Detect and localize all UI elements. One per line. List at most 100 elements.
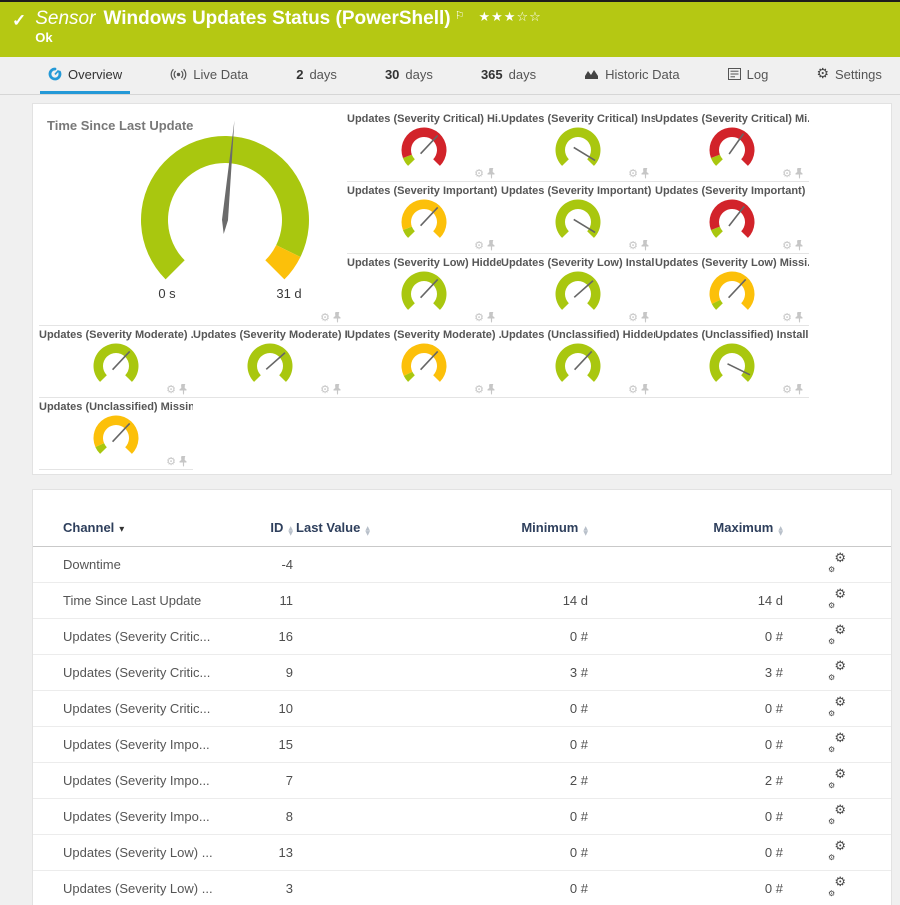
sort-both-icon[interactable]: ▲▼ (778, 526, 783, 536)
table-row[interactable]: Updates (Severity Low) ...30 #0 #⚙⚙ (33, 871, 891, 905)
gauge-moderate-missing (392, 340, 456, 390)
gauge-card-unclassified-installed: Updates (Unclassified) Install...⚙ (655, 326, 809, 398)
flag-icon[interactable]: ⚐ (455, 9, 465, 22)
edit-channel-button[interactable]: ⚙⚙ (827, 843, 847, 859)
tab-range-number: 365 (481, 67, 503, 82)
gear-icon[interactable]: ⚙ (320, 385, 330, 395)
gear-icon[interactable]: ⚙ (628, 313, 638, 323)
pin-icon[interactable] (795, 312, 804, 323)
edit-channel-button[interactable]: ⚙⚙ (827, 591, 847, 607)
gauge-title: Updates (Severity Moderate) I... (193, 329, 347, 341)
gear-icon: ⚙ (834, 731, 846, 746)
edit-channel-button[interactable]: ⚙⚙ (827, 735, 847, 751)
gear-icon[interactable]: ⚙ (166, 457, 176, 467)
gauge-critical-installed (546, 124, 610, 174)
gauge-low-missing (700, 268, 764, 318)
cell-maximum: 0 # (588, 727, 783, 763)
column-header-maximum[interactable]: Maximum▲▼ (588, 516, 783, 547)
tab-range-number: 2 (296, 67, 303, 82)
table-row[interactable]: Updates (Severity Impo...80 #0 #⚙⚙ (33, 799, 891, 835)
edit-channel-button[interactable]: ⚙⚙ (827, 555, 847, 571)
edit-channel-button[interactable]: ⚙⚙ (827, 663, 847, 679)
pin-icon[interactable] (487, 312, 496, 323)
pin-icon[interactable] (641, 384, 650, 395)
cell-minimum: 0 # (373, 835, 588, 871)
cell-minimum: 0 # (373, 691, 588, 727)
gauge-max-label: 31 d (276, 286, 301, 301)
pin-icon[interactable] (487, 168, 496, 179)
sort-both-icon[interactable]: ▲▼ (583, 526, 588, 536)
table-row[interactable]: Updates (Severity Impo...150 #0 #⚙⚙ (33, 727, 891, 763)
sort-both-icon[interactable]: ▲▼ (365, 526, 370, 536)
pin-icon[interactable] (487, 240, 496, 251)
gear-icon[interactable]: ⚙ (782, 313, 792, 323)
pin-icon[interactable] (333, 312, 342, 323)
edit-channel-button[interactable]: ⚙⚙ (827, 771, 847, 787)
column-header-last_value[interactable]: Last Value▲▼ (293, 516, 373, 547)
gear-icon[interactable]: ⚙ (628, 385, 638, 395)
edit-channel-button[interactable]: ⚙⚙ (827, 807, 847, 823)
table-row[interactable]: Downtime-4⚙⚙ (33, 547, 891, 583)
pin-icon[interactable] (487, 384, 496, 395)
gauge-important-missing (700, 196, 764, 246)
gear-icon[interactable]: ⚙ (320, 313, 330, 323)
pin-icon[interactable] (641, 312, 650, 323)
tab-historic-data[interactable]: Historic Data (576, 57, 687, 94)
gear-icon[interactable]: ⚙ (782, 241, 792, 251)
sort-desc-icon[interactable]: ▾ (119, 524, 124, 535)
gear-icon[interactable]: ⚙ (628, 169, 638, 179)
gauge-actions: ⚙ (782, 168, 804, 179)
table-row[interactable]: Updates (Severity Low) ...130 #0 #⚙⚙ (33, 835, 891, 871)
gear-icon[interactable]: ⚙ (474, 241, 484, 251)
gear-icon[interactable]: ⚙ (166, 385, 176, 395)
pin-icon[interactable] (795, 384, 804, 395)
gear-icon: ⚙ (834, 659, 846, 674)
pin-icon[interactable] (795, 240, 804, 251)
tab-30-days[interactable]: 30days (377, 57, 441, 94)
tab-2-days[interactable]: 2days (288, 57, 345, 94)
column-header-minimum[interactable]: Minimum▲▼ (373, 516, 588, 547)
edit-channel-button[interactable]: ⚙⚙ (827, 627, 847, 643)
gear-icon[interactable]: ⚙ (782, 385, 792, 395)
pin-icon[interactable] (179, 384, 188, 395)
gear-icon[interactable]: ⚙ (474, 313, 484, 323)
tab-settings[interactable]: ⚙Settings (808, 57, 890, 94)
edit-channel-button[interactable]: ⚙⚙ (827, 699, 847, 715)
table-row[interactable]: Updates (Severity Critic...100 #0 #⚙⚙ (33, 691, 891, 727)
tab-label: days (405, 67, 432, 82)
gauge-min-label: 0 s (158, 286, 176, 301)
tab-overview[interactable]: Overview (40, 57, 130, 94)
gauge-critical-missing (700, 124, 764, 174)
table-row[interactable]: Time Since Last Update1114 d14 d⚙⚙ (33, 583, 891, 619)
column-header-channel[interactable]: Channel▾ (33, 516, 233, 547)
priority-stars[interactable]: ★★★☆☆ (478, 10, 541, 25)
gear-icon[interactable]: ⚙ (474, 169, 484, 179)
cell-last_value (293, 835, 373, 871)
tab-live-data[interactable]: Live Data (162, 57, 256, 94)
tab-log[interactable]: Log (720, 57, 777, 94)
table-row[interactable]: Updates (Severity Critic...160 #0 #⚙⚙ (33, 619, 891, 655)
pin-icon[interactable] (795, 168, 804, 179)
gear-icon[interactable]: ⚙ (474, 385, 484, 395)
cell-maximum: 0 # (588, 835, 783, 871)
gauge-card-low-missing: Updates (Severity Low) Missi...⚙ (655, 254, 809, 326)
chart-icon (584, 68, 599, 80)
cell-maximum: 14 d (588, 583, 783, 619)
gear-small-icon: ⚙ (828, 781, 835, 790)
pin-icon[interactable] (641, 240, 650, 251)
gear-icon[interactable]: ⚙ (782, 169, 792, 179)
gauge-important-hidden (392, 196, 456, 246)
pin-icon[interactable] (179, 456, 188, 467)
tab-label: Overview (68, 67, 122, 82)
column-header-id[interactable]: ID▲▼ (233, 516, 293, 547)
pin-icon[interactable] (641, 168, 650, 179)
pin-icon[interactable] (333, 384, 342, 395)
gear-icon[interactable]: ⚙ (628, 241, 638, 251)
sort-both-icon[interactable]: ▲▼ (288, 526, 293, 536)
edit-channel-button[interactable]: ⚙⚙ (827, 879, 847, 895)
tab-365-days[interactable]: 365days (473, 57, 544, 94)
gauge-unclassified-missing (84, 412, 148, 462)
channel-table-head: Channel▾ID▲▼Last Value▲▼Minimum▲▼Maximum… (33, 516, 891, 547)
table-row[interactable]: Updates (Severity Impo...72 #2 #⚙⚙ (33, 763, 891, 799)
table-row[interactable]: Updates (Severity Critic...93 #3 #⚙⚙ (33, 655, 891, 691)
